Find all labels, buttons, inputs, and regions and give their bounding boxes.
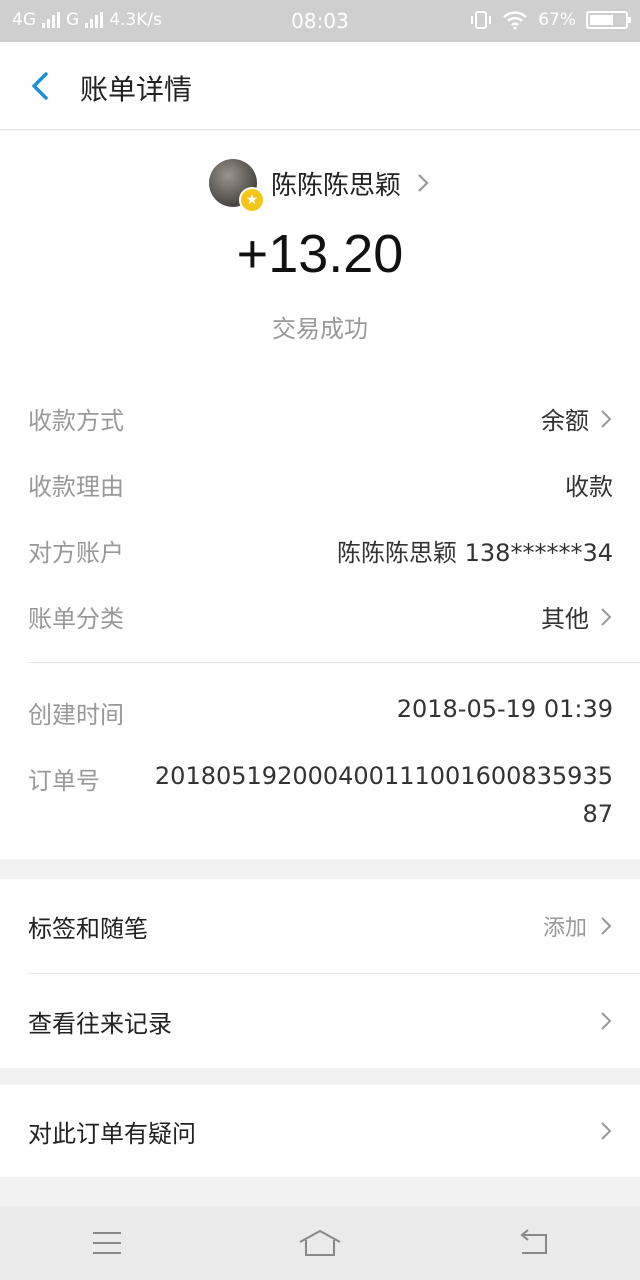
created-time-label: 创建时间 — [28, 701, 124, 729]
avatar: ★ — [208, 159, 265, 213]
system-nav-bar — [0, 1206, 640, 1280]
battery-percent: 67% — [538, 10, 576, 30]
payment-method-value: 余额 — [541, 407, 589, 435]
category-row[interactable]: 账单分类 其他 — [28, 599, 613, 634]
payer-link[interactable]: ★ 陈陈陈思颖 — [0, 155, 640, 213]
back-button[interactable] — [508, 1223, 558, 1263]
chevron-right-icon — [601, 607, 612, 626]
home-button[interactable] — [295, 1223, 345, 1263]
payment-reason-value: 收款 — [565, 473, 613, 501]
return-icon — [520, 1229, 548, 1254]
star-badge-icon: ★ — [238, 187, 265, 213]
menu-button[interactable] — [82, 1223, 132, 1263]
divider — [28, 662, 640, 663]
home-icon — [299, 1229, 341, 1256]
counterparty-label: 对方账户 — [28, 539, 124, 567]
order-question-label: 对此订单有疑问 — [28, 1119, 196, 1148]
payment-reason-row: 收款理由 收款 — [28, 467, 613, 502]
actions-section: 标签和随笔 添加 查看往来记录 — [0, 879, 640, 1068]
back-arrow-icon[interactable] — [22, 66, 62, 106]
status-bar: 4G G 4.3K/s 08:03 67% — [0, 0, 640, 42]
tags-notes-label: 标签和随笔 — [28, 914, 148, 943]
counterparty-value: 陈陈陈思颖 138******34 — [337, 539, 613, 567]
menu-icon — [92, 1232, 121, 1254]
chevron-right-icon — [418, 174, 429, 192]
payment-reason-label: 收款理由 — [28, 473, 124, 501]
chevron-right-icon — [601, 409, 612, 428]
tags-notes-row[interactable]: 标签和随笔 添加 — [0, 879, 640, 973]
category-value: 其他 — [541, 605, 589, 633]
add-tag-link: 添加 — [542, 916, 587, 941]
transaction-status: 交易成功 — [272, 315, 368, 343]
nav-bar: 账单详情 — [0, 42, 640, 130]
payment-method-row[interactable]: 收款方式 余额 — [28, 401, 613, 436]
chevron-right-icon — [601, 1122, 612, 1140]
page-title: 账单详情 — [80, 73, 193, 106]
status-right: 67% — [470, 10, 631, 30]
created-time-row: 创建时间 2018-05-19 01:39 — [28, 695, 613, 730]
history-label: 查看往来记录 — [28, 1009, 172, 1038]
bill-detail-card: ★ 陈陈陈思颖 +13.20 交易成功 收款方式 余额 收款理由 收款 对方账户… — [0, 131, 640, 859]
order-number-value: 20180519200040011100160083593587 — [154, 762, 613, 828]
question-section: 对此订单有疑问 — [0, 1085, 640, 1177]
chevron-right-icon — [601, 917, 612, 935]
payer-name: 陈陈陈思颖 — [270, 170, 401, 201]
chevron-right-icon — [601, 1012, 612, 1030]
vibrate-icon — [471, 11, 492, 29]
history-row[interactable]: 查看往来记录 — [0, 974, 640, 1068]
category-label: 账单分类 — [28, 605, 124, 633]
battery-icon — [586, 11, 631, 29]
created-time-value: 2018-05-19 01:39 — [396, 695, 613, 723]
order-number-row: 订单号 20180519200040011100160083593587 — [28, 761, 613, 833]
order-number-label: 订单号 — [28, 767, 100, 795]
transaction-amount: +13.20 — [236, 224, 404, 284]
wifi-icon — [503, 11, 528, 30]
payment-method-label: 收款方式 — [28, 407, 124, 435]
order-question-row[interactable]: 对此订单有疑问 — [0, 1085, 640, 1177]
counterparty-row: 对方账户 陈陈陈思颖 138******34 — [28, 533, 613, 568]
